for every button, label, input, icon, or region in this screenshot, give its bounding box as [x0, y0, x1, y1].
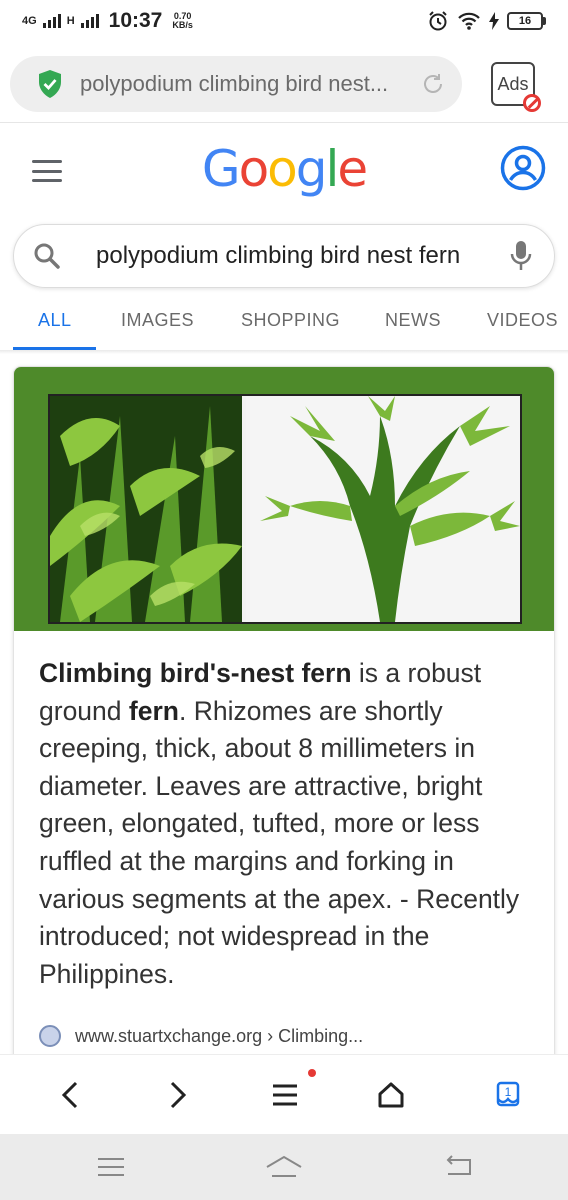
tab-videos[interactable]: VIDEOS: [487, 310, 558, 331]
microphone-icon[interactable]: [510, 240, 532, 272]
url-bar[interactable]: polypodium climbing bird nest...: [10, 56, 462, 112]
search-tabs: ALL IMAGES SHOPPING NEWS VIDEOS: [0, 300, 568, 350]
network-speed: 0.70 KB/s: [172, 12, 193, 30]
tab-shopping[interactable]: SHOPPING: [241, 310, 340, 331]
tab-images[interactable]: IMAGES: [121, 310, 194, 331]
google-logo[interactable]: Google: [0, 140, 568, 198]
menu-icon: [273, 1084, 297, 1106]
system-nav-bar: [0, 1134, 568, 1200]
system-back-button[interactable]: [437, 1152, 477, 1182]
fern-image[interactable]: [14, 367, 554, 631]
search-box[interactable]: polypodium climbing bird nest fern: [13, 224, 555, 288]
back-arrow-icon: [61, 1081, 78, 1109]
network-type-2: H: [66, 14, 75, 27]
header-divider: [0, 122, 568, 123]
tab-count: 1: [505, 1085, 512, 1099]
tab-news[interactable]: NEWS: [385, 310, 441, 331]
home-button[interactable]: [371, 1075, 411, 1115]
clock: 10:37: [108, 9, 163, 32]
result-text-b: . Rhizomes are shortly creeping, thick, …: [39, 695, 520, 989]
search-icon[interactable]: [32, 241, 62, 271]
globe-icon: [39, 1025, 61, 1047]
system-home-icon: [266, 1155, 302, 1177]
system-back-icon: [446, 1155, 471, 1175]
account-icon[interactable]: [500, 145, 546, 191]
wifi-icon: [458, 12, 480, 30]
battery-level: 16: [507, 12, 543, 30]
speed-unit: KB/s: [172, 20, 193, 30]
recent-apps-icon: [98, 1158, 124, 1176]
network-type: 4G: [22, 14, 37, 27]
logo-letter: g: [295, 140, 328, 198]
signal-icon: [42, 14, 61, 28]
alarm-icon: [429, 11, 447, 31]
forward-arrow-icon: [170, 1081, 187, 1109]
tabs-icon: 1: [496, 1081, 520, 1107]
logo-letter: l: [325, 140, 340, 198]
result-term-2: fern: [128, 695, 179, 726]
signal-icon-2: [80, 14, 99, 28]
tabs-shadow: [0, 350, 568, 354]
battery-indicator: 16: [507, 12, 546, 30]
knowledge-card: Climbing bird's-nest fern is a robust gr…: [13, 366, 555, 1066]
logo-letter: G: [201, 140, 241, 198]
search-input[interactable]: polypodium climbing bird nest fern: [96, 242, 510, 270]
home-icon: [378, 1082, 404, 1108]
logo-letter: e: [337, 140, 368, 198]
tab-all[interactable]: ALL: [38, 310, 72, 331]
ad-block-button[interactable]: Ads: [491, 62, 541, 112]
notification-dot: [308, 1069, 316, 1077]
forward-button[interactable]: [158, 1075, 198, 1115]
back-button[interactable]: [50, 1075, 90, 1115]
secure-shield-icon: [39, 70, 61, 98]
result-source-link[interactable]: www.stuartxchange.org › Climbing...: [39, 1025, 363, 1047]
ad-block-icon: [523, 94, 541, 112]
system-home-button[interactable]: [264, 1152, 304, 1182]
fern-illustration: [50, 396, 520, 622]
result-term: Climbing bird's-nest fern: [39, 658, 352, 688]
url-text[interactable]: polypodium climbing bird nest...: [80, 71, 420, 97]
logo-letter: o: [238, 140, 270, 198]
source-url[interactable]: www.stuartxchange.org › Climbing...: [75, 1026, 363, 1047]
charging-icon: [489, 12, 499, 30]
logo-letter: o: [267, 140, 298, 198]
status-bar: 4G H 10:37 0.70 KB/s 16: [0, 0, 568, 42]
fern-photo: [48, 394, 522, 624]
ads-label: Ads: [497, 73, 529, 94]
reload-icon[interactable]: [420, 71, 446, 97]
menu-button[interactable]: [265, 1075, 305, 1115]
result-description: Climbing bird's-nest fern is a robust gr…: [39, 655, 539, 993]
browser-toolbar: 1: [0, 1054, 568, 1134]
tabs-button[interactable]: 1: [488, 1075, 528, 1115]
recent-apps-button[interactable]: [91, 1152, 131, 1182]
